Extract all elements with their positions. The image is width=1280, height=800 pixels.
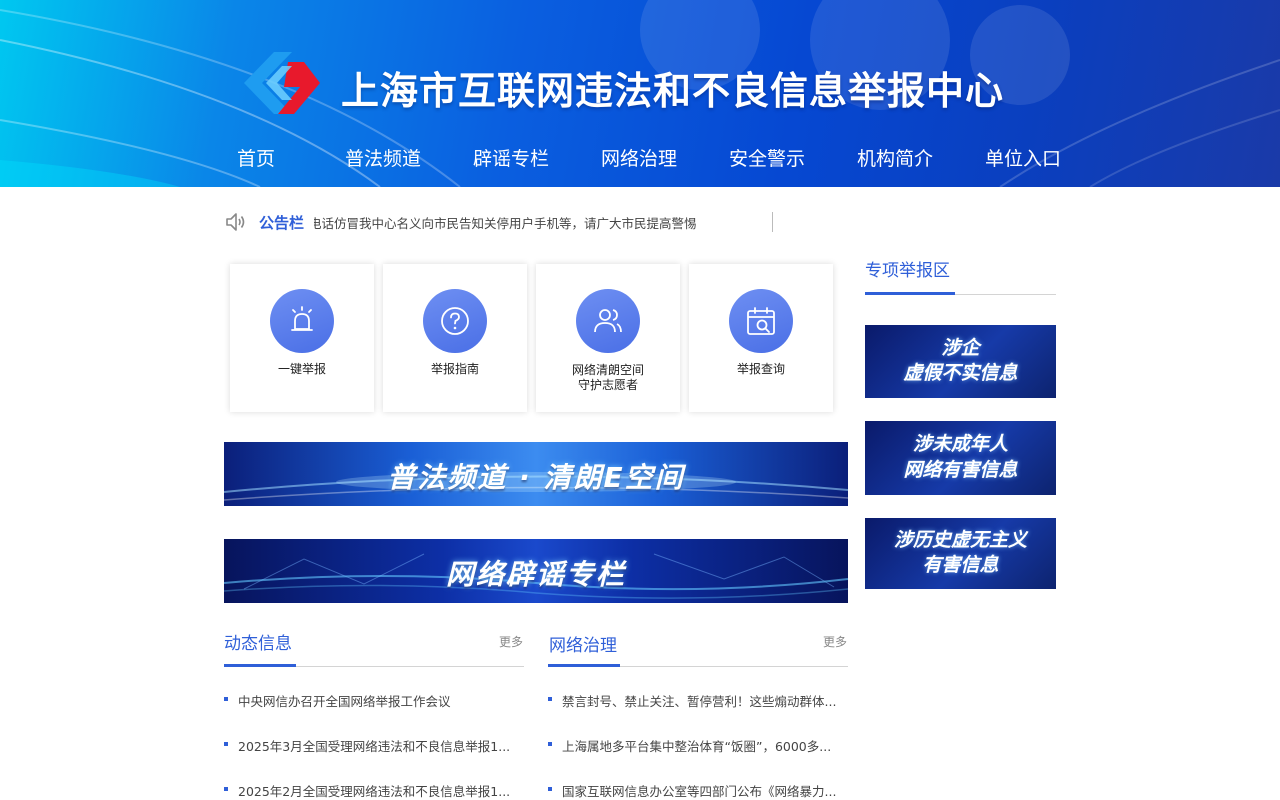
special-report-history[interactable]: 涉历史虚无主义 有害信息 — [865, 518, 1056, 589]
news-dynamic-accent — [224, 664, 296, 667]
news-item[interactable]: 禁言封号、禁止关注、暂停营利！这些煽动群体... — [548, 691, 846, 709]
nav-network-governance[interactable]: 网络治理 — [601, 144, 677, 171]
news-dynamic-more-link[interactable]: 更多 — [499, 633, 523, 650]
alarm-icon — [291, 306, 313, 331]
news-item[interactable]: 2025年3月全国受理网络违法和不良信息举报1... — [224, 736, 522, 754]
news-item[interactable]: 国家互联网信息办公室等四部门公布《网络暴力... — [548, 781, 846, 799]
special-report-enterprise[interactable]: 涉企 虚假不实信息 — [865, 325, 1056, 398]
question-icon — [441, 307, 469, 335]
news-governance-more-link[interactable]: 更多 — [823, 633, 847, 650]
quick-label: 一键举报 — [277, 362, 326, 376]
quick-icon-circle — [270, 289, 334, 353]
side-card-line2: 虚假不实信息 — [903, 362, 1018, 384]
news-item[interactable]: 上海属地多平台集中整治体育“饭圈”，6000多... — [548, 736, 846, 754]
volunteer-card[interactable]: 网络清朗空间 守护志愿者 — [536, 264, 680, 412]
notice-bar: 公告栏 近期有不法分子冒用我中心名义进行电信诈骗，以疑似诈骗电话仿冒我中心名义向… — [224, 208, 784, 236]
quick-icon-circle — [729, 289, 793, 353]
news-item[interactable]: 中央网信办召开全国网络举报工作会议 — [224, 691, 522, 709]
report-query-card[interactable]: 举报查询 — [689, 264, 833, 412]
side-card-line2: 网络有害信息 — [903, 459, 1018, 481]
law-channel-banner[interactable]: 普法频道 · 清朗E空间 — [224, 442, 848, 506]
quick-label: 举报指南 — [430, 362, 479, 376]
quick-report-card[interactable]: 一键举报 — [230, 264, 374, 412]
side-card-line1: 涉企 — [941, 337, 980, 359]
side-title-accent — [865, 292, 955, 295]
nav-home[interactable]: 首页 — [237, 144, 275, 171]
news-item[interactable]: 2025年2月全国受理网络违法和不良信息举报1... — [224, 781, 522, 799]
banner-title: 普法频道 · 清朗E空间 — [387, 461, 685, 494]
special-report-minors[interactable]: 涉未成年人 网络有害信息 — [865, 421, 1056, 495]
special-report-title: 专项举报区 — [865, 261, 950, 281]
users-icon — [594, 309, 622, 333]
speaker-icon — [226, 213, 245, 231]
nav-about[interactable]: 机构简介 — [857, 144, 933, 171]
banner-title: 网络辟谣专栏 — [445, 558, 626, 591]
side-card-line2: 有害信息 — [922, 554, 999, 576]
side-card-line1: 涉历史虚无主义 — [893, 529, 1027, 551]
news-governance-title[interactable]: 网络治理 — [549, 631, 617, 656]
site-logo-icon[interactable] — [244, 50, 320, 116]
side-card-line1: 涉未成年人 — [912, 433, 1008, 455]
report-guide-card[interactable]: 举报指南 — [383, 264, 527, 412]
nav-safety-warning[interactable]: 安全警示 — [729, 144, 805, 171]
rumor-refutation-banner[interactable]: 网络辟谣专栏 — [224, 539, 848, 603]
quick-icon-circle — [423, 289, 487, 353]
quick-label: 网络清朗空间 守护志愿者 — [571, 363, 644, 392]
quick-icon-circle — [576, 289, 640, 353]
notice-divider — [772, 212, 773, 232]
nav-rumor-refutation[interactable]: 辟谣专栏 — [473, 144, 549, 171]
news-governance-accent — [548, 664, 620, 667]
news-dynamic-title[interactable]: 动态信息 — [224, 629, 292, 654]
notice-label: 公告栏 — [259, 214, 305, 232]
notice-text[interactable]: 近期有不法分子冒用我中心名义进行电信诈骗，以疑似诈骗电话仿冒我中心名义向市民告知… — [314, 213, 697, 232]
nav-unit-entry[interactable]: 单位入口 — [985, 144, 1061, 171]
site-header: 上海市互联网违法和不良信息举报中心 首页 普法频道 辟谣专栏 网络治理 安全警示… — [0, 0, 1280, 187]
nav-law-channel[interactable]: 普法频道 — [345, 144, 421, 171]
notice-marquee-text[interactable]: 近期有不法分子冒用我中心名义进行电信诈骗，以疑似诈骗电话仿冒我中心名义向市民告知… — [314, 213, 758, 232]
site-title: 上海市互联网违法和不良信息举报中心 — [341, 69, 1005, 113]
calendar-search-icon — [747, 307, 775, 335]
quick-label: 举报查询 — [736, 362, 785, 376]
